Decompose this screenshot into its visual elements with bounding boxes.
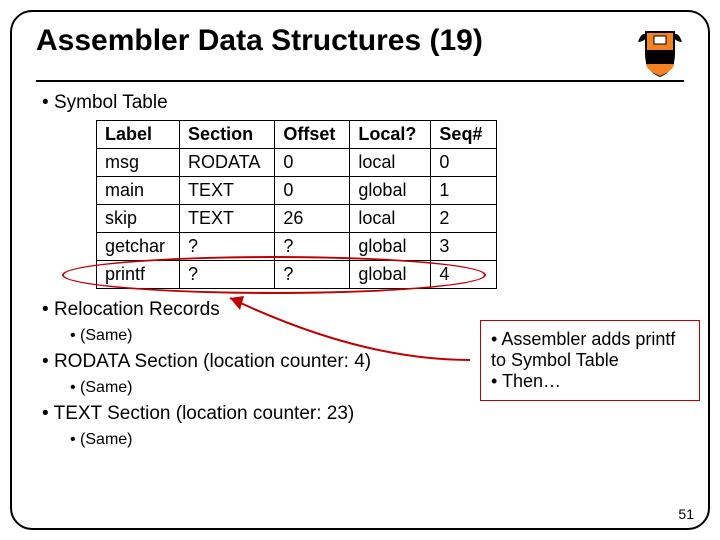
bullet-relocation: Relocation Records [42, 299, 684, 321]
col-label: Label [97, 121, 180, 149]
table-header-row: Label Section Offset Local? Seq# [97, 121, 497, 149]
symbol-table: Label Section Offset Local? Seq# msg ROD… [96, 120, 497, 289]
table-row: printf ? ? global 4 [97, 261, 497, 289]
bullet-same: (Same) [70, 431, 684, 449]
callout-line: Assembler adds printf to Symbol Table [491, 329, 689, 371]
col-local: Local? [350, 121, 431, 149]
col-offset: Offset [275, 121, 350, 149]
table-row: main TEXT 0 global 1 [97, 177, 497, 205]
page-number: 51 [678, 506, 694, 522]
princeton-crest-icon [636, 24, 684, 78]
table-row: skip TEXT 26 local 2 [97, 205, 497, 233]
table-row: getchar ? ? global 3 [97, 233, 497, 261]
callout-line: Then… [491, 371, 689, 392]
title-divider [36, 80, 684, 82]
title-row: Assembler Data Structures (19) [36, 24, 684, 78]
col-section: Section [180, 121, 275, 149]
table-row: msg RODATA 0 local 0 [97, 149, 497, 177]
slide-frame: Assembler Data Structures (19) Symbol Ta… [10, 10, 710, 530]
callout-box: Assembler adds printf to Symbol Table Th… [480, 320, 700, 401]
bullet-symbol-table: Symbol Table [42, 92, 684, 114]
bullet-text: TEXT Section (location counter: 23) [42, 403, 684, 425]
slide-title: Assembler Data Structures (19) [36, 24, 483, 58]
col-seq: Seq# [431, 121, 497, 149]
